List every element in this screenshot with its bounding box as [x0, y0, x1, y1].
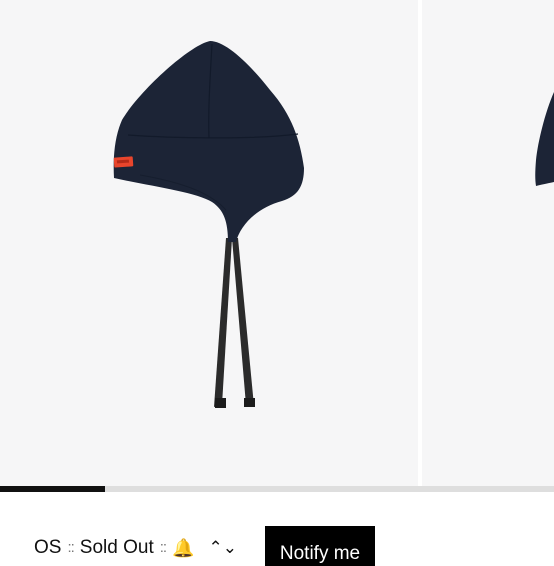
separator: :: [159, 539, 167, 556]
hat-strap-right [232, 238, 254, 406]
product-image-gallery[interactable] [0, 0, 554, 486]
product-photo [113, 41, 305, 408]
chevron-up-down-icon: ⌃⌄ [208, 538, 238, 557]
product-image-main[interactable] [0, 0, 418, 486]
bell-icon: 🔔 [172, 538, 195, 558]
separator: :: [67, 539, 74, 556]
availability-status: Sold Out [79, 537, 154, 558]
hat-body [113, 41, 305, 242]
purchase-bar: OS :: Sold Out :: 🔔 ⌃⌄ Notify me [0, 526, 554, 566]
product-photo-partial [535, 92, 554, 186]
gallery-progress-fill [0, 486, 106, 492]
size-value: OS [34, 537, 62, 558]
gallery-progress-bar[interactable] [0, 486, 554, 492]
notify-me-button[interactable]: Notify me [265, 526, 375, 566]
product-image-next[interactable] [422, 0, 554, 486]
size-select[interactable]: OS :: Sold Out :: 🔔 ⌃⌄ [34, 536, 237, 560]
hat-strap-left [214, 238, 232, 407]
